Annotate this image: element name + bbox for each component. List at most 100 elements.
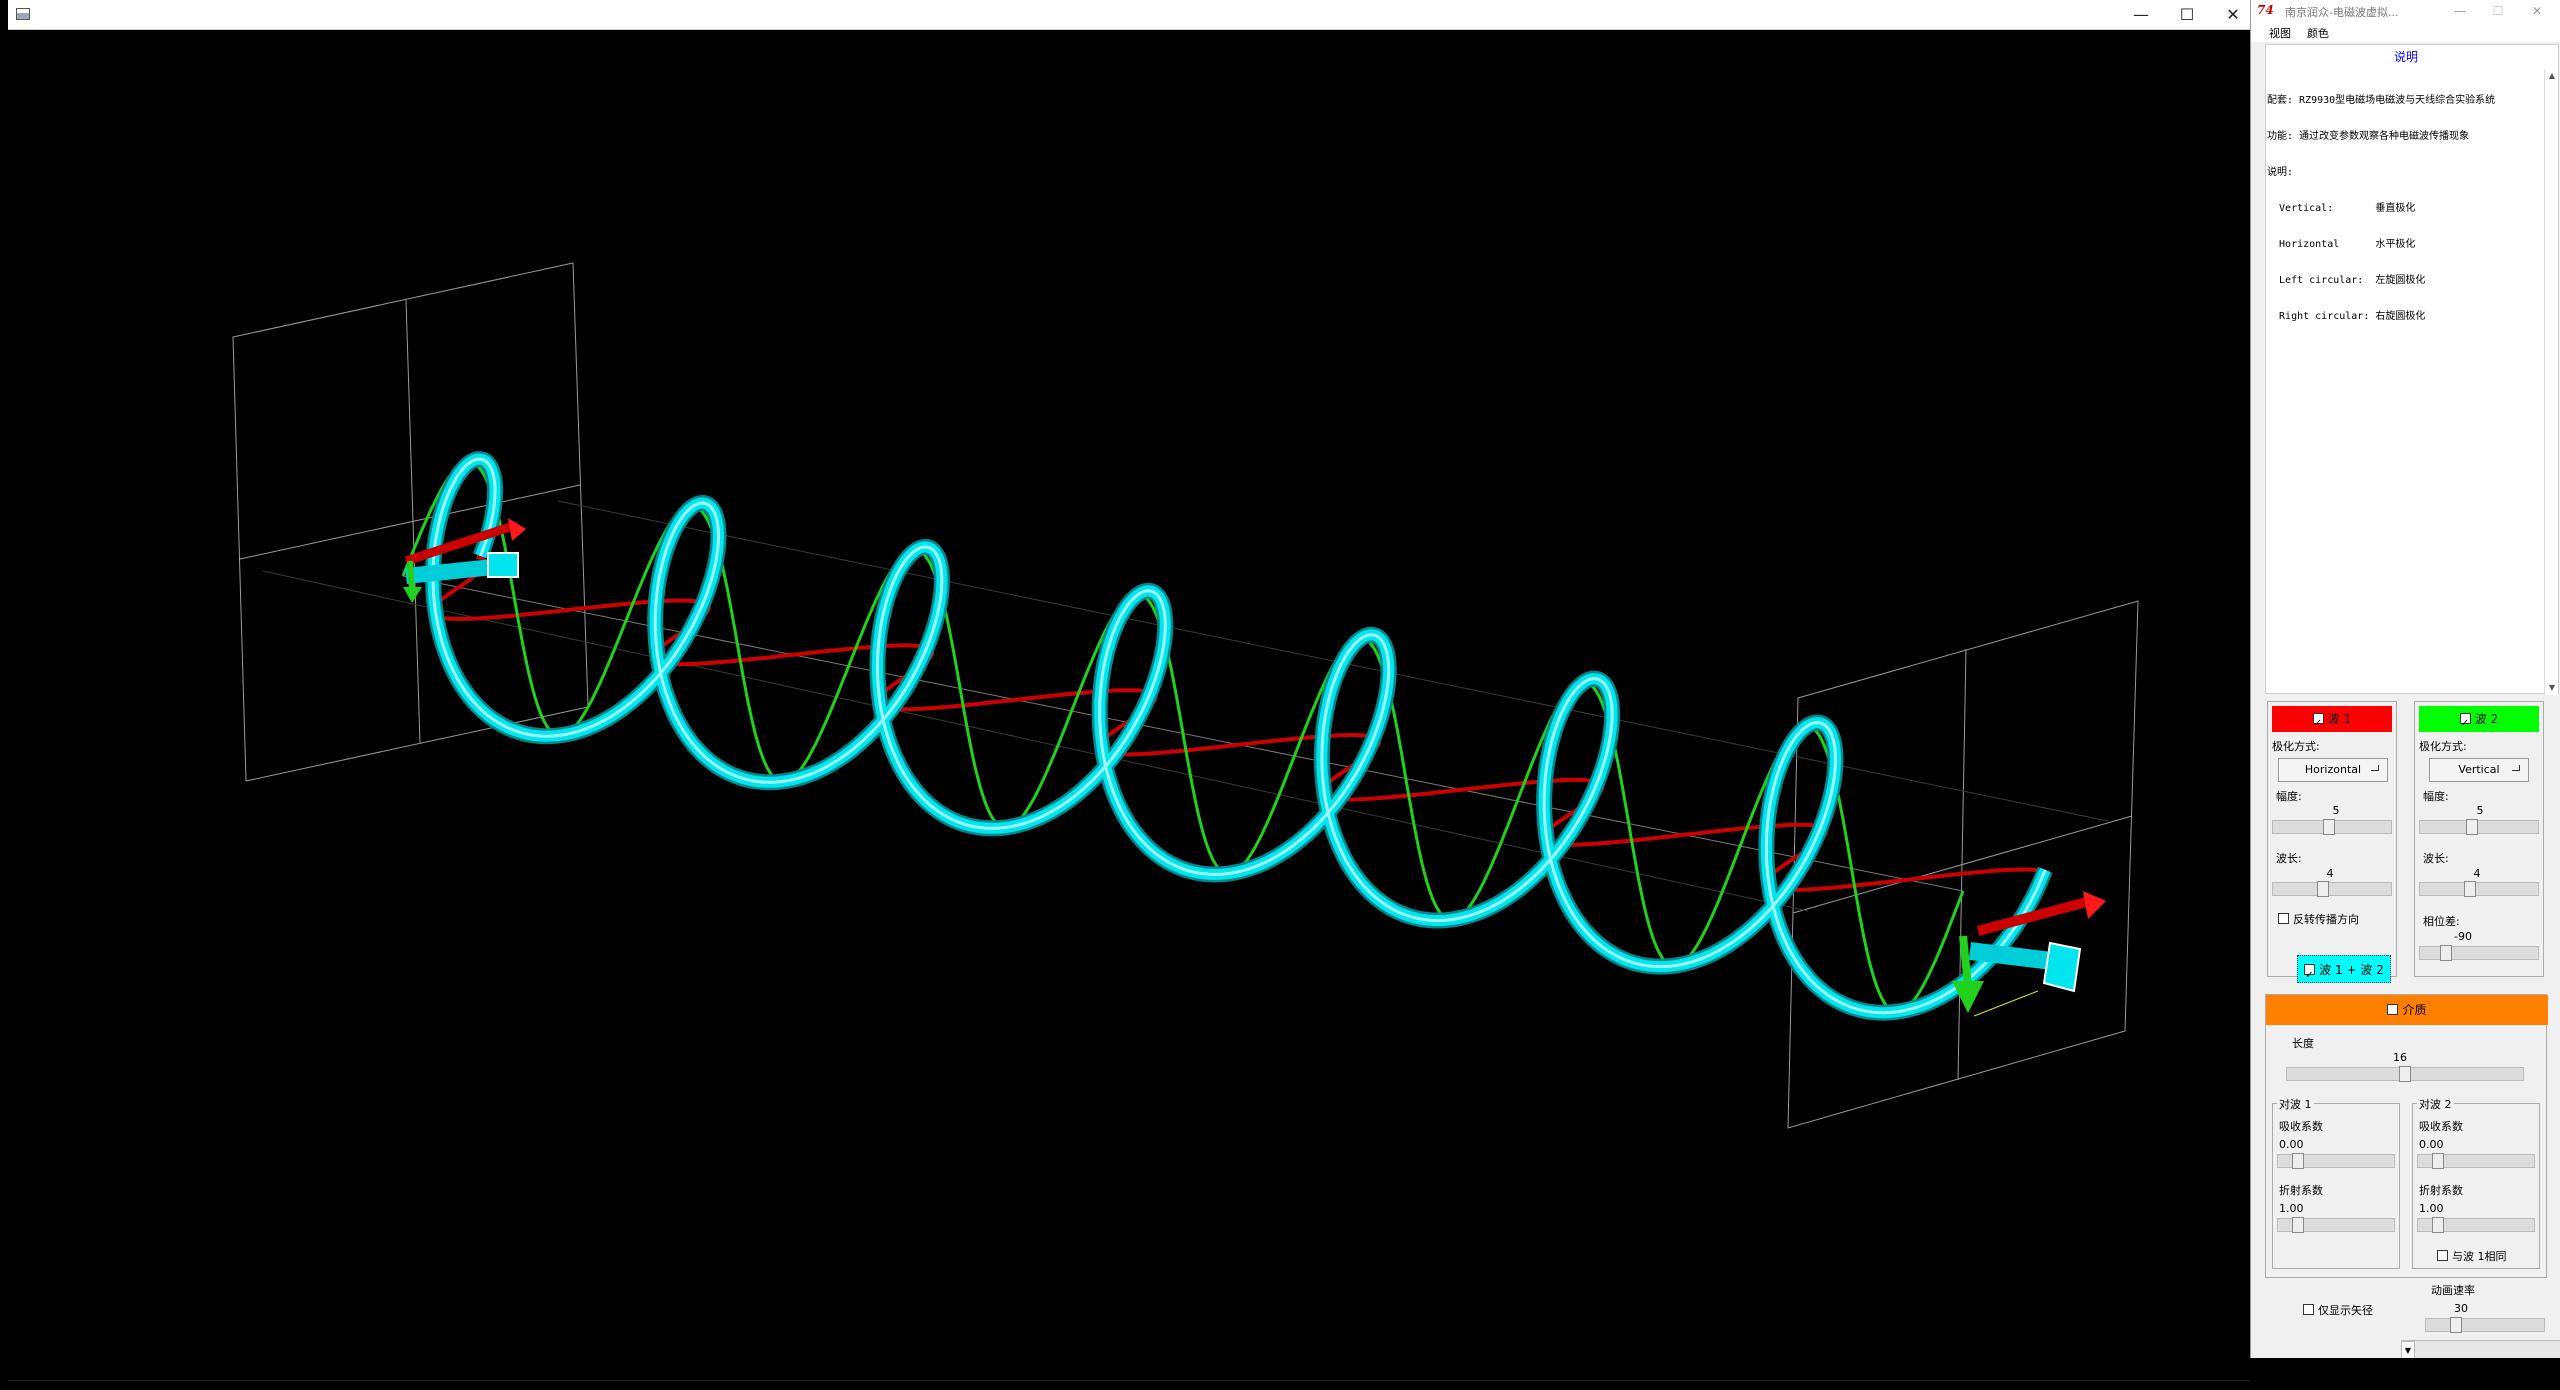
- 3d-wave-canvas[interactable]: [8, 31, 2250, 1380]
- wave2-polarization-label: 极化方式:: [2419, 740, 2467, 753]
- animation-speed-slider[interactable]: [2425, 1317, 2545, 1333]
- wave2-refraction-label: 折射系数: [2419, 1184, 2463, 1197]
- sum-label: 波 1 + 波 2: [2319, 963, 2384, 977]
- wave2-header[interactable]: 波 2: [2419, 706, 2539, 737]
- info-line: Horizontal 水平极化: [2267, 239, 2416, 250]
- info-line: Vertical: 垂直极化: [2267, 203, 2416, 214]
- medium-checkbox[interactable]: [2387, 1004, 2399, 1015]
- circular-polarization-helix: [427, 453, 2051, 1019]
- wave2-wavelength-slider[interactable]: [2419, 881, 2539, 897]
- wave2-absorption-label: 吸收系数: [2419, 1120, 2463, 1133]
- window-edge: [0, 0, 8, 1390]
- slider-thumb[interactable]: [2399, 1066, 2411, 1082]
- minimize-button[interactable]: —: [2118, 0, 2164, 30]
- wave1-title: 波 1: [2327, 712, 2352, 726]
- scroll-down-icon[interactable]: ▼: [2401, 1341, 2415, 1359]
- wave1-amplitude-value: 5: [2332, 804, 2340, 817]
- slider-thumb[interactable]: [2464, 881, 2476, 897]
- wave2-checkbox[interactable]: [2459, 711, 2471, 737]
- same-as-wave1-checkbox[interactable]: [2437, 1250, 2448, 1261]
- medium-length-value: 16: [2393, 1051, 2407, 1064]
- medium-header[interactable]: 介质: [2266, 995, 2548, 1025]
- wave2-absorption-value: 0.00: [2419, 1138, 2444, 1151]
- panel-horizontal-scrollbar[interactable]: ▼: [2401, 1340, 2560, 1359]
- slider-thumb[interactable]: [2317, 881, 2329, 897]
- wave1-reverse-checkbox[interactable]: [2278, 913, 2289, 924]
- vertical-vector-head: [403, 587, 422, 603]
- medium-length-slider[interactable]: [2286, 1066, 2524, 1082]
- control-panel-window: 74 南京润众-电磁波虚拟... — ☐ ✕ 视图 颜色 说明 配套: RZ99…: [2250, 0, 2560, 1359]
- yellow-marker: [1973, 990, 2039, 1017]
- wave1-reverse-option[interactable]: 反转传播方向: [2278, 911, 2359, 927]
- slider-thumb[interactable]: [2450, 1317, 2462, 1333]
- wave1-wavelength-label: 波长:: [2276, 852, 2302, 865]
- slider-thumb[interactable]: [2466, 819, 2478, 835]
- wave2-refraction-slider[interactable]: [2417, 1217, 2535, 1233]
- sum-checkbox[interactable]: [2304, 962, 2316, 990]
- same-as-wave1-option[interactable]: 与波 1相同: [2437, 1248, 2507, 1264]
- wave2-group: 波 2 极化方式: Vertical 幅度: 5 波长: 4 相位差: -90: [2414, 701, 2544, 977]
- wave2-phase-label: 相位差:: [2423, 915, 2460, 928]
- menu-color[interactable]: 颜色: [2307, 25, 2329, 41]
- wave1-checkbox[interactable]: [2312, 711, 2324, 737]
- panel-window-title: 南京润众-电磁波虚拟...: [2285, 6, 2399, 19]
- wave-sum-button[interactable]: 波 1 + 波 2: [2297, 955, 2391, 990]
- resultant-vector-head: [2042, 941, 2082, 993]
- resultant-vector-head: [487, 552, 519, 578]
- vertical-wave-curve: [401, 460, 1965, 1014]
- wave1-absorption-slider[interactable]: [2277, 1153, 2395, 1169]
- scroll-down-icon[interactable]: ▼: [2545, 681, 2559, 695]
- wave2-phase-slider[interactable]: [2419, 945, 2539, 961]
- medium-group: 介质 长度 16 对波 1 吸收系数 0.00 折射系数 1.00 对波 2 吸…: [2265, 994, 2548, 1278]
- vertical-vector: [1959, 935, 1972, 987]
- wave1-header[interactable]: 波 1: [2272, 706, 2392, 737]
- medium-wave2-group: 对波 2 吸收系数 0.00 折射系数 1.00 与波 1相同: [2412, 1096, 2540, 1269]
- info-text-box[interactable]: 说明 配套: RZ9930型电磁场电磁波与天线综合实验系统 功能: 通过改变参数…: [2265, 44, 2559, 695]
- info-line: Left circular: 左旋圆极化: [2267, 275, 2426, 286]
- panel-minimize-button[interactable]: —: [2441, 0, 2479, 22]
- wave1-wavelength-slider[interactable]: [2272, 881, 2392, 897]
- wave2-refraction-value: 1.00: [2419, 1202, 2444, 1215]
- app-logo: 74: [2257, 3, 2274, 17]
- medium-length-label: 长度: [2292, 1037, 2314, 1050]
- slider-thumb[interactable]: [2432, 1217, 2444, 1233]
- wave1-absorption-value: 0.00: [2279, 1138, 2304, 1151]
- vector-only-checkbox[interactable]: [2303, 1304, 2314, 1315]
- wave1-group: 波 1 极化方式: Horizontal 幅度: 5 波长: 4 反转传播方向: [2267, 701, 2397, 977]
- slider-thumb[interactable]: [2432, 1153, 2444, 1169]
- maximize-button[interactable]: ☐: [2164, 0, 2210, 30]
- vertical-vector: [407, 560, 415, 592]
- info-header: 说明: [2393, 50, 2418, 64]
- slider-thumb[interactable]: [2292, 1153, 2304, 1169]
- menu-view[interactable]: 视图: [2269, 25, 2291, 41]
- panel-maximize-button[interactable]: ☐: [2479, 0, 2517, 22]
- panel-close-button[interactable]: ✕: [2517, 0, 2557, 22]
- medium-title: 介质: [2402, 1003, 2427, 1017]
- wave2-amplitude-label: 幅度:: [2423, 790, 2449, 803]
- wave2-amplitude-value: 5: [2476, 804, 2484, 817]
- info-line: 配套: RZ9930型电磁场电磁波与天线综合实验系统: [2267, 95, 2496, 106]
- wave-layer: [401, 451, 2053, 1021]
- wave2-title: 波 2: [2474, 712, 2499, 726]
- wave2-polarization-select[interactable]: Vertical: [2429, 758, 2529, 782]
- wave1-wavelength-value: 4: [2326, 867, 2334, 880]
- info-line: 说明:: [2267, 167, 2294, 178]
- wave1-polarization-select[interactable]: Horizontal: [2278, 758, 2388, 782]
- scroll-up-icon[interactable]: ▲: [2545, 69, 2559, 83]
- info-scrollbar[interactable]: ▲ ▼: [2544, 69, 2558, 695]
- medium-wave1-group: 对波 1 吸收系数 0.00 折射系数 1.00: [2272, 1096, 2400, 1269]
- wave1-refraction-slider[interactable]: [2277, 1217, 2395, 1233]
- desktop-bottom: [2250, 1358, 2560, 1390]
- medium-wave1-title: 对波 1: [2277, 1096, 2314, 1112]
- wave2-absorption-slider[interactable]: [2417, 1153, 2535, 1169]
- vector-only-label: 仅显示矢径: [2318, 1304, 2373, 1317]
- wave1-polarization-label: 极化方式:: [2272, 740, 2320, 753]
- wave1-amplitude-slider[interactable]: [2272, 819, 2392, 835]
- slider-thumb[interactable]: [2323, 819, 2335, 835]
- wave2-amplitude-slider[interactable]: [2419, 819, 2539, 835]
- slider-thumb[interactable]: [2440, 945, 2452, 961]
- start-frame-hline: [239, 484, 581, 560]
- slider-thumb[interactable]: [2292, 1217, 2304, 1233]
- medium-wave2-title: 对波 2: [2417, 1096, 2454, 1112]
- vector-only-option[interactable]: 仅显示矢径: [2303, 1302, 2373, 1318]
